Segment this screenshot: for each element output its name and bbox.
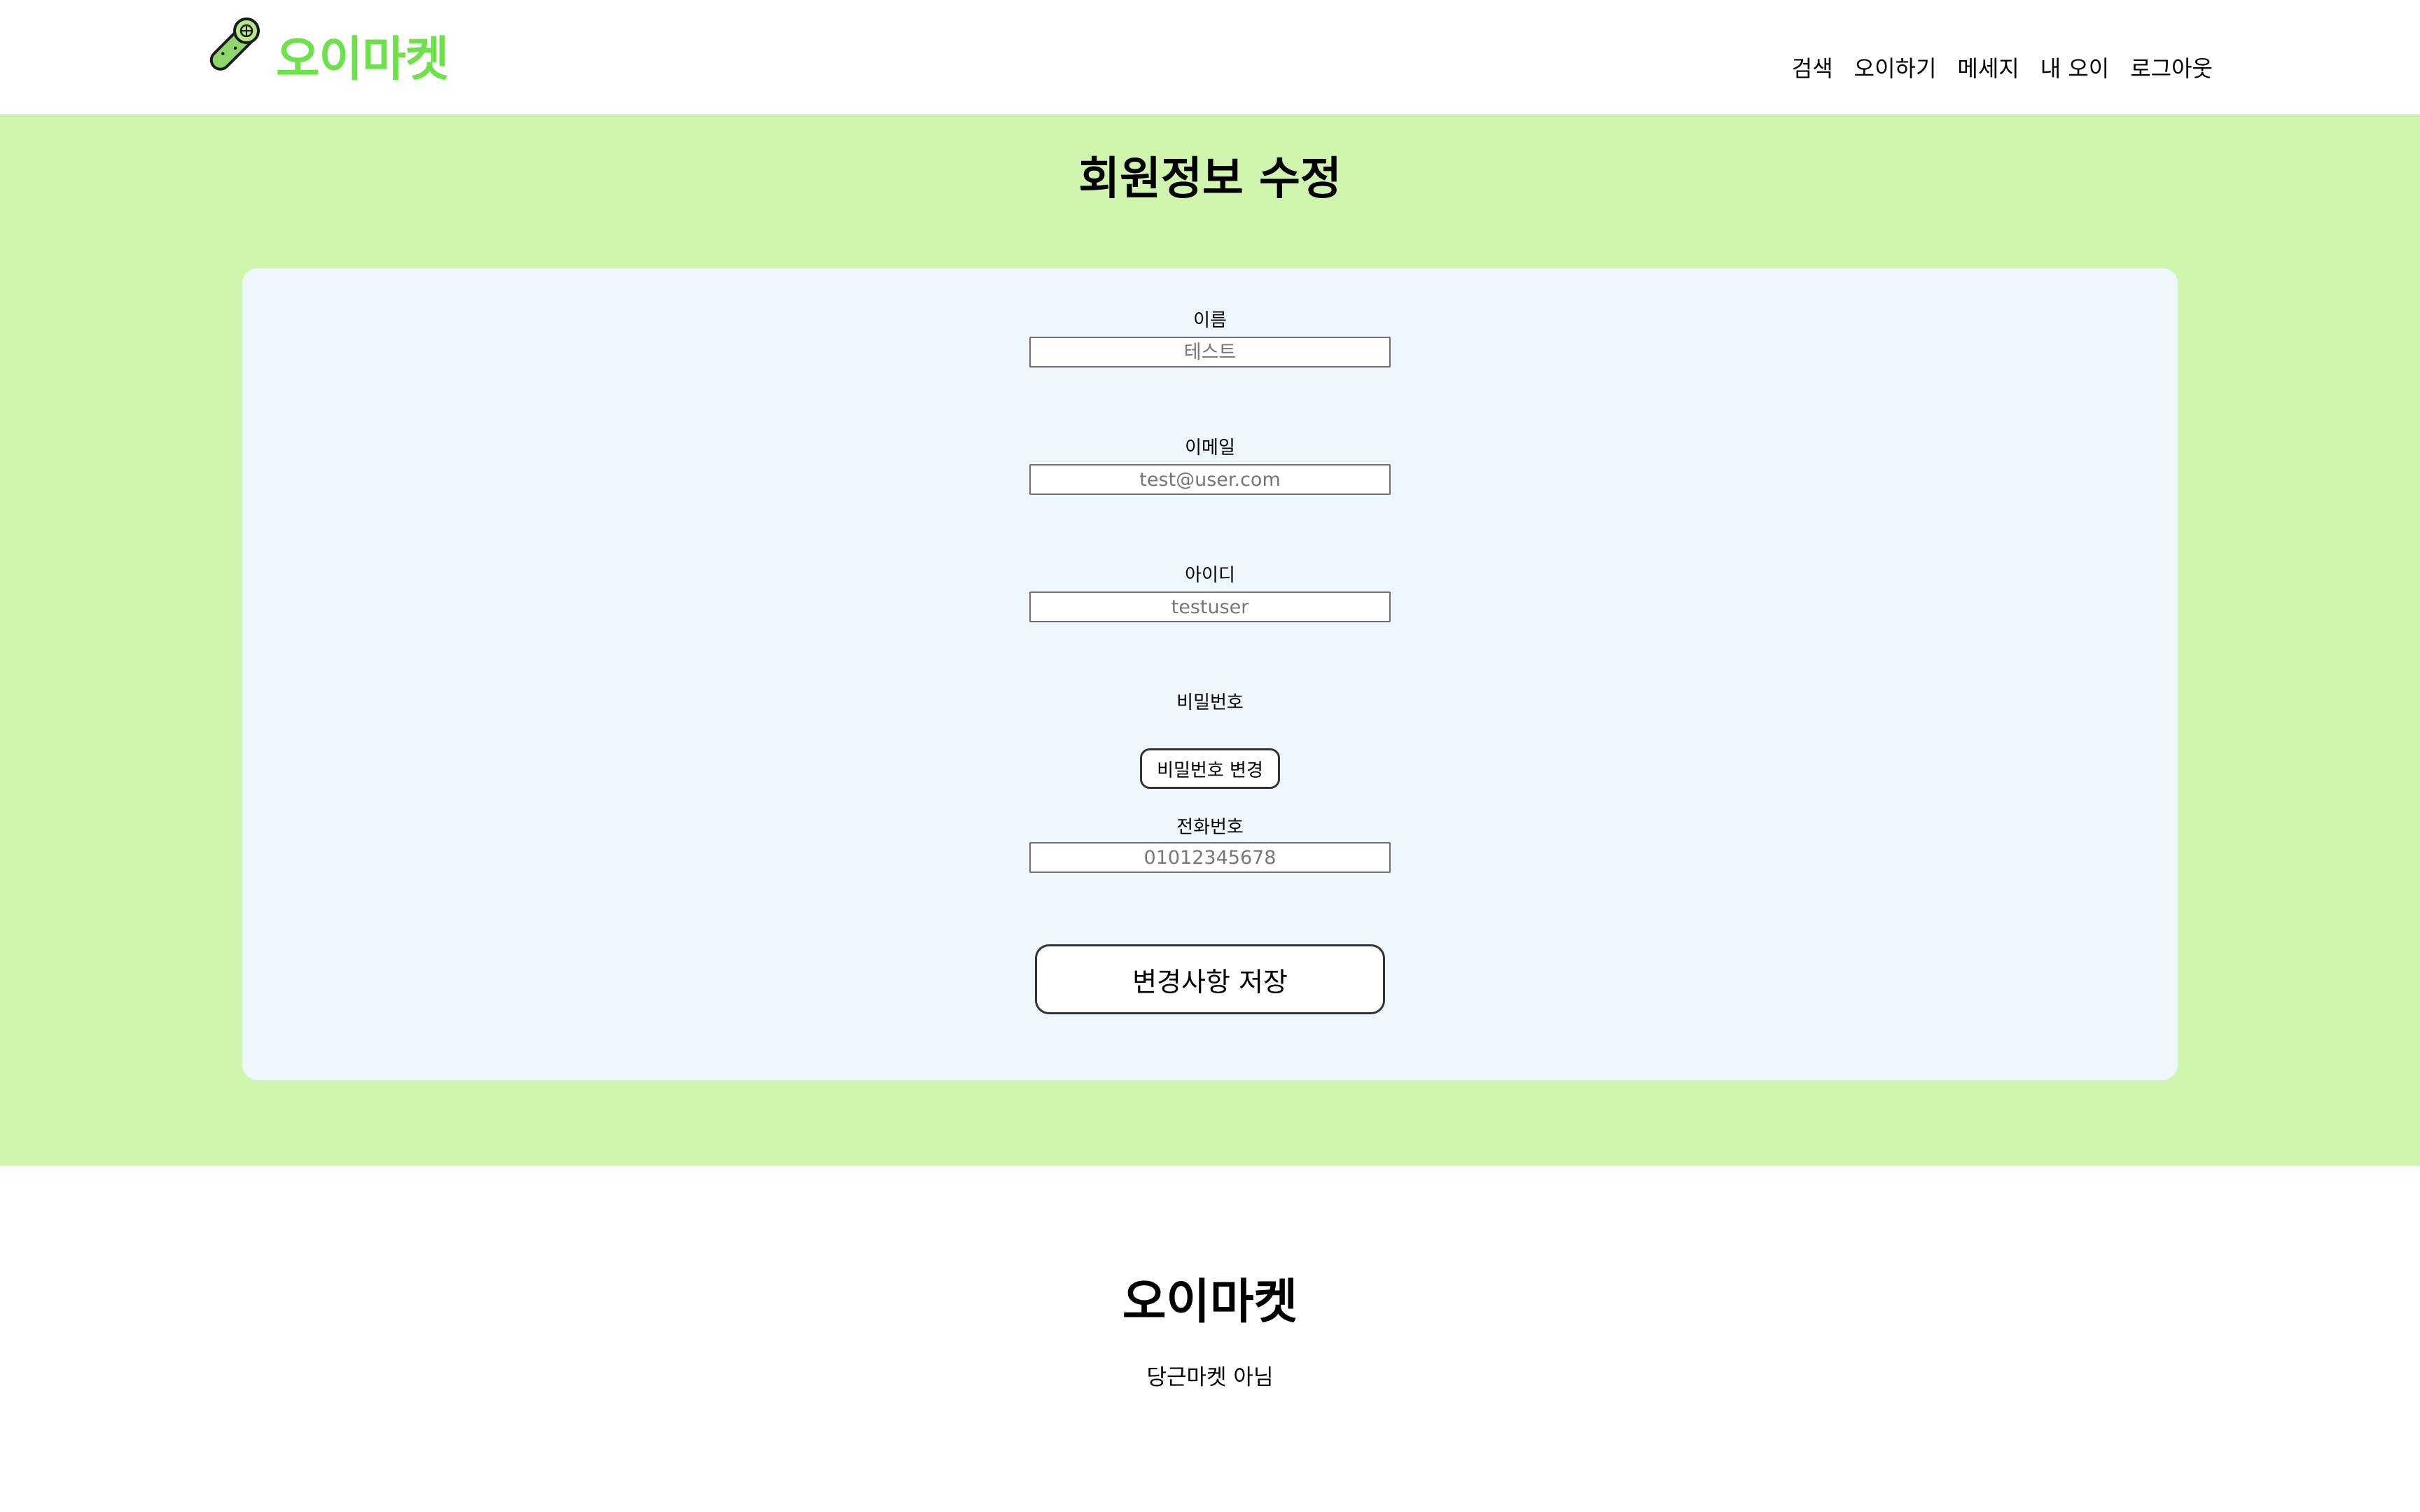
phone-input[interactable] [1029,842,1391,873]
nav-messages[interactable]: 메세지 [1957,57,2019,80]
nav-my-oi[interactable]: 내 오이 [2040,57,2110,80]
nav-search[interactable]: 검색 [1792,57,1833,80]
main-nav: 검색 오이하기 메세지 내 오이 로그아웃 [1792,57,2213,80]
site-header: 오이마켓 검색 오이하기 메세지 내 오이 로그아웃 [0,0,2420,114]
username-label: 아이디 [1185,565,1235,586]
email-label: 이메일 [1185,438,1235,458]
site-footer: 오이마켓 당근마켓 아님 [0,1166,2420,1512]
main-section: 회원정보 수정 이름 이메일 아이디 비밀번호 비밀번호 변경 전화번호 변경사… [0,114,2420,1166]
change-password-button[interactable]: 비밀번호 변경 [1140,748,1280,789]
email-input[interactable] [1029,464,1391,495]
profile-edit-card: 이름 이메일 아이디 비밀번호 비밀번호 변경 전화번호 변경사항 저장 [242,268,2178,1080]
nav-logout[interactable]: 로그아웃 [2130,57,2213,80]
footer-title: 오이마켓 [1122,1275,1298,1330]
phone-label: 전화번호 [1176,817,1244,838]
name-input[interactable] [1029,337,1391,368]
save-changes-button[interactable]: 변경사항 저장 [1035,944,1385,1014]
name-label: 이름 [1193,310,1227,331]
logo-text[interactable]: 오이마켓 [276,36,449,84]
username-input[interactable] [1029,592,1391,622]
footer-subtitle: 당근마켓 아님 [1146,1365,1274,1390]
nav-oi[interactable]: 오이하기 [1854,57,1937,80]
page-title: 회원정보 수정 [1078,153,1342,205]
password-label: 비밀번호 [1176,692,1244,713]
cucumber-icon[interactable] [207,13,263,76]
